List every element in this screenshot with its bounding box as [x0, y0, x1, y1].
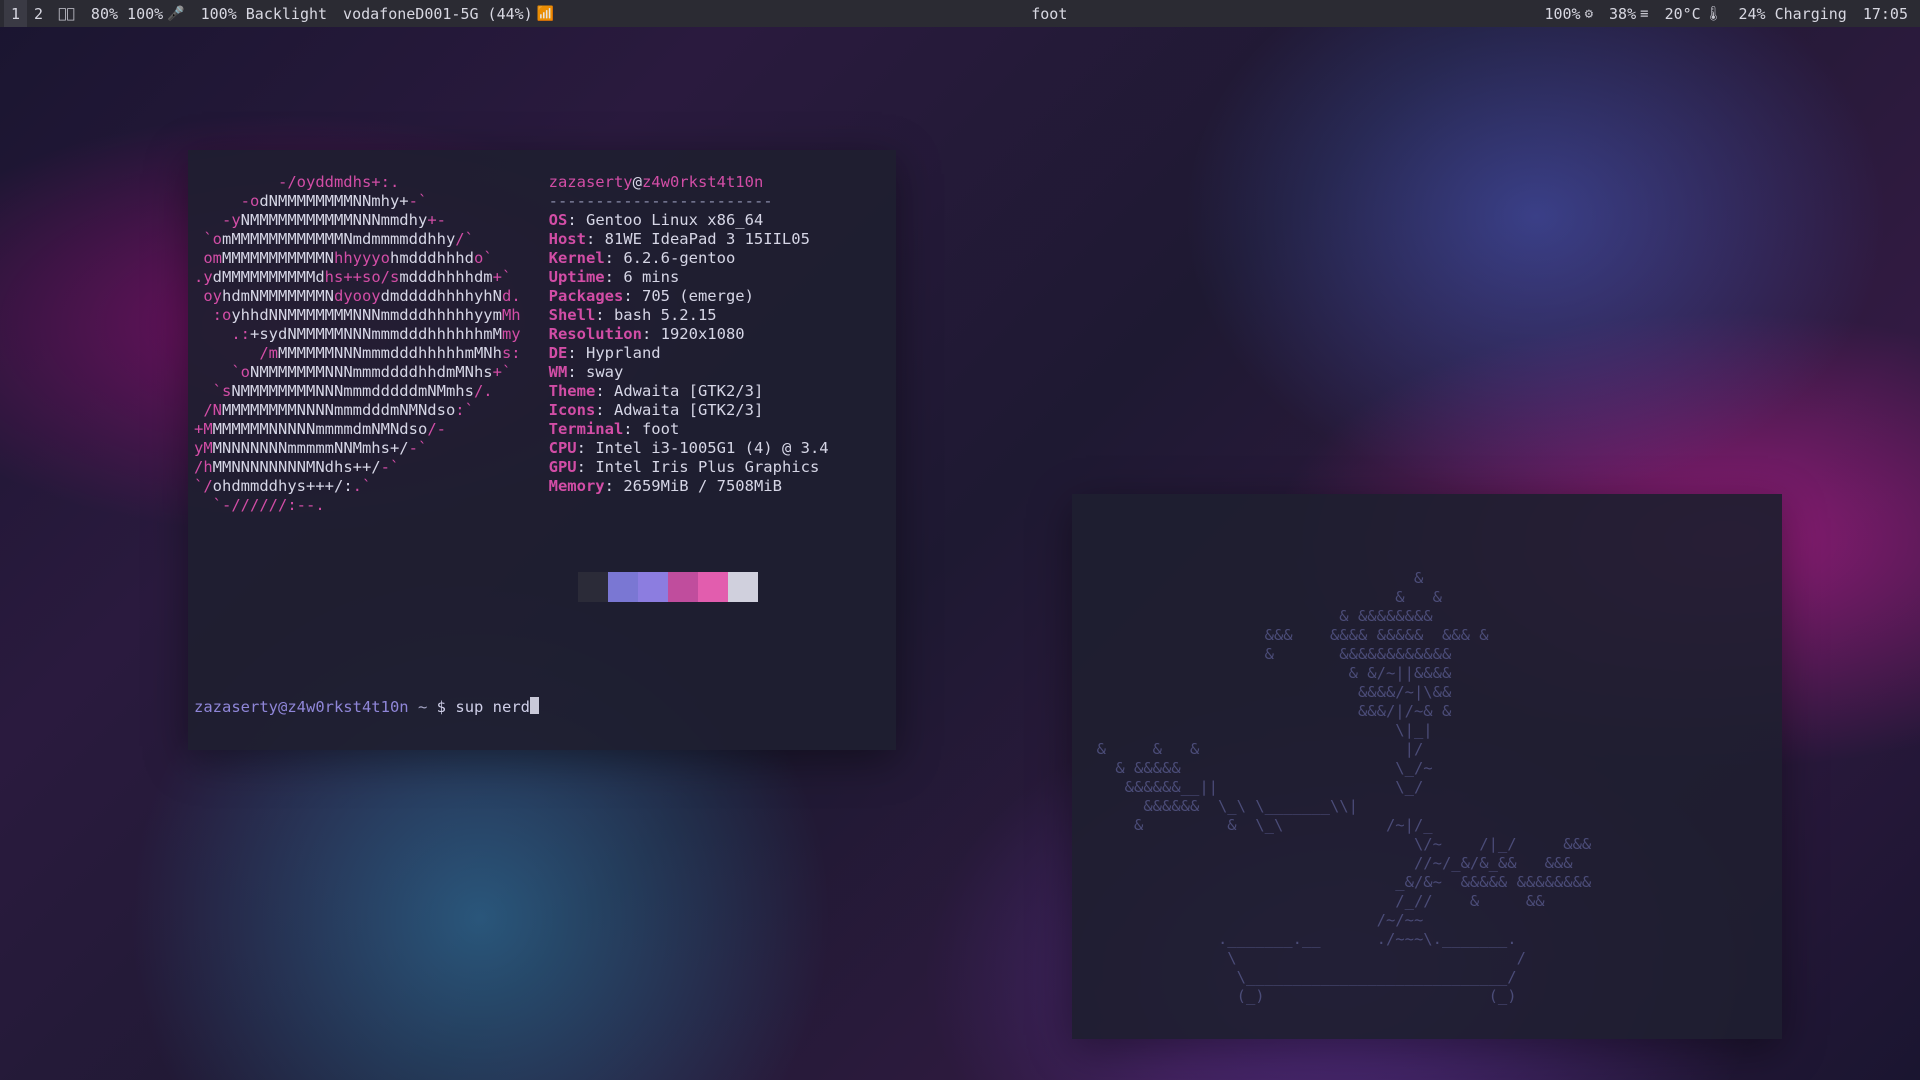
bonsai-art: & & & & &&&&&&&& &&& &&&& &&&&& &&& & & …: [1078, 569, 1776, 1006]
prompt-command: sup nerd: [455, 698, 530, 716]
clock[interactable]: 17:05: [1855, 0, 1916, 27]
cpu-indicator[interactable]: 100% ⚙: [1536, 0, 1601, 27]
prompt-symbol: $: [437, 698, 446, 716]
volume-text: 80% 100%: [91, 5, 163, 23]
thermometer-icon: 🌡: [1705, 6, 1723, 22]
spacer: [194, 659, 890, 678]
neofetch-blank: [194, 534, 890, 553]
color-swatch-3: [668, 572, 698, 602]
backlight-indicator[interactable]: 100% Backlight: [193, 0, 335, 27]
neofetch-output: -/oyddmdhs+:. zazaserty@z4w0rkst4t10n -o…: [194, 173, 890, 515]
microphone-icon: 🎤: [167, 6, 184, 22]
color-swatch-0: [578, 572, 608, 602]
cursor: [530, 697, 539, 714]
battery-indicator[interactable]: 24% Charging: [1730, 0, 1854, 27]
eye-slash-icon: 👁⃠: [58, 6, 75, 22]
wifi-text: vodafoneD001-5G (44%): [343, 5, 533, 23]
workspace-2[interactable]: 2: [27, 0, 50, 27]
wifi-icon: 📶: [537, 6, 554, 22]
spacer: [194, 621, 890, 640]
bar-left: 1 2 👁⃠ 80% 100% 🎤 100% Backlight vodafon…: [4, 0, 562, 27]
temp-text: 20°C: [1665, 5, 1701, 23]
wifi-indicator[interactable]: vodafoneD001-5G (44%) 📶: [335, 0, 562, 27]
color-swatch-2: [638, 572, 668, 602]
disk-text: 38%: [1609, 5, 1636, 23]
prompt-cwd: ~: [418, 698, 427, 716]
cpu-text: 100%: [1544, 5, 1580, 23]
terminal-neofetch[interactable]: -/oyddmdhs+:. zazaserty@z4w0rkst4t10n -o…: [188, 150, 896, 750]
temperature-indicator[interactable]: 20°C 🌡: [1657, 0, 1731, 27]
status-bar: 1 2 👁⃠ 80% 100% 🎤 100% Backlight vodafon…: [0, 0, 1920, 27]
disk-icon: ≡: [1640, 6, 1648, 22]
terminal-bonsai[interactable]: & & & & &&&&&&&& &&& &&&& &&&&& &&& & & …: [1072, 494, 1782, 1039]
color-swatch-5: [728, 572, 758, 602]
volume-indicator[interactable]: 80% 100% 🎤: [83, 0, 193, 27]
window-title: foot: [562, 5, 1536, 23]
workspace-1[interactable]: 1: [4, 0, 27, 27]
bar-right: 100% ⚙ 38% ≡ 20°C 🌡 24% Charging 17:05: [1536, 0, 1916, 27]
prompt-line[interactable]: zazaserty@z4w0rkst4t10n ~ $ sup nerd: [194, 697, 890, 717]
privacy-indicator[interactable]: 👁⃠: [50, 0, 83, 27]
cpu-icon: ⚙: [1585, 6, 1593, 22]
prompt-user-host: zazaserty@z4w0rkst4t10n: [194, 698, 409, 716]
disk-indicator[interactable]: 38% ≡: [1601, 0, 1657, 27]
color-swatch-4: [698, 572, 728, 602]
color-swatches: [578, 572, 890, 602]
color-swatch-1: [608, 572, 638, 602]
